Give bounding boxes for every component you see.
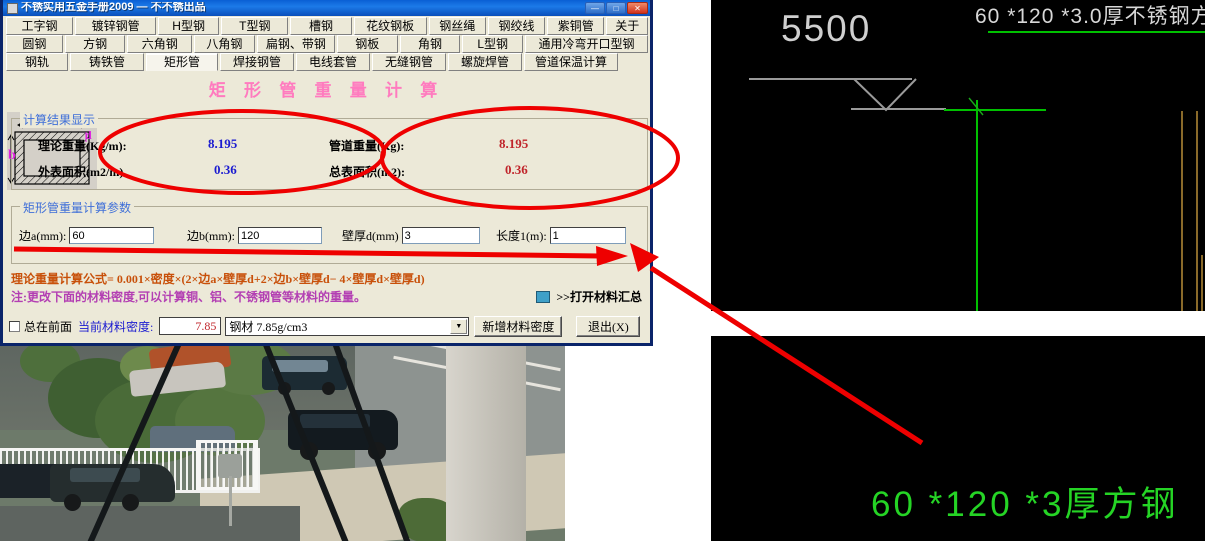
- tab-spiral-welded-pipe[interactable]: 螺旋焊管: [448, 53, 522, 71]
- formula-text: 理论重量计算公式= 0.001×密度×(2×边a×壁厚d+2×边b×壁厚d− 4…: [11, 272, 425, 286]
- tab-pipe-insulation-calc[interactable]: 管道保温计算: [524, 53, 618, 71]
- tab-round-steel[interactable]: 圆钢: [6, 35, 63, 53]
- field-wall-thickness-label: 壁厚d(mm): [342, 229, 399, 243]
- tab-row-3: 钢轨 铸铁管 矩形管 焊接钢管 电线套管 无缝钢管 螺旋焊管 管道保温计算: [4, 53, 650, 71]
- cad-brown-line-3: [1201, 255, 1203, 311]
- open-material-summary-link[interactable]: >>打开材料汇总: [536, 288, 642, 305]
- pipe-weight-label: 管道重量(Kg):: [329, 139, 405, 153]
- tab-t-beam[interactable]: T型钢: [221, 17, 289, 35]
- material-select[interactable]: 钢材 7.85g/cm3 ▼: [225, 316, 470, 336]
- photo-car-window: [70, 468, 140, 482]
- cad-brown-line-2: [1181, 111, 1183, 311]
- tab-cast-iron-pipe[interactable]: 铸铁管: [70, 53, 144, 71]
- material-select-value: 钢材 7.85g/cm3: [229, 319, 308, 334]
- density-label: 当前材料密度:: [78, 319, 154, 334]
- field-side-b: 边b(mm):: [187, 227, 322, 244]
- add-material-density-button[interactable]: 新增材料密度: [474, 315, 563, 337]
- tab-angle-steel[interactable]: 角钢: [399, 35, 461, 53]
- photo-wheel: [322, 382, 335, 395]
- outer-surface-area-label: 外表面积(m2/m): [38, 165, 124, 179]
- tab-channel-steel[interactable]: 槽钢: [290, 17, 352, 35]
- total-surface-area-label: 总表面积(m2):: [329, 165, 405, 179]
- tab-row-2: 圆钢 方钢 六角钢 八角钢 扁钢、带钢 钢板 角钢 L型钢 通用冷弯开口型钢: [4, 35, 650, 53]
- outer-surface-area-value: 0.36: [214, 162, 237, 177]
- tab-welded-pipe[interactable]: 焊接钢管: [220, 53, 294, 71]
- cad-brown-line-1: [1196, 111, 1198, 311]
- tab-conduit-pipe[interactable]: 电线套管: [296, 53, 370, 71]
- tab-galvanized-pipe[interactable]: 镀锌钢管: [75, 17, 157, 35]
- field-side-a: 边a(mm):: [19, 227, 155, 244]
- tab-steel-plate[interactable]: 钢板: [336, 35, 398, 53]
- cad-viewport-top[interactable]: 5500 60 *120 *3.0厚不锈钢方通: [711, 0, 1205, 311]
- tab-row-1: 工字钢 镀锌钢管 H型钢 T型钢 槽钢 花纹钢板 钢丝绳 钢绞线 紫铜管 关于: [4, 17, 650, 35]
- tab-checkered-plate[interactable]: 花纹钢板: [353, 17, 427, 35]
- minimize-button[interactable]: —: [585, 2, 605, 14]
- tab-seamless-pipe[interactable]: 无缝钢管: [372, 53, 446, 71]
- screen-root: 5500 60 *120 *3.0厚不锈钢方通 60 *120 *3厚方钢 不锈…: [0, 0, 1205, 541]
- tab-copper-pipe[interactable]: 紫铜管: [547, 17, 605, 35]
- side-b-input[interactable]: [238, 227, 322, 244]
- tab-h-beam[interactable]: H型钢: [158, 17, 220, 35]
- photo-sign: [218, 454, 242, 478]
- app-icon: [7, 2, 18, 14]
- tab-l-steel[interactable]: L型钢: [462, 35, 524, 53]
- total-surface-area-value: 0.36: [505, 162, 528, 177]
- tab-about[interactable]: 关于: [606, 17, 648, 35]
- tab-steel-rail[interactable]: 钢轨: [6, 53, 68, 71]
- tab-flat-strip-steel[interactable]: 扁钢、带钢: [256, 35, 335, 53]
- tab-cold-formed-open-steel[interactable]: 通用冷弯开口型钢: [525, 35, 648, 53]
- theoretical-weight-value: 8.195: [208, 136, 238, 151]
- open-material-summary-label: >>打开材料汇总: [556, 290, 642, 304]
- tab-bar: 工字钢 镀锌钢管 H型钢 T型钢 槽钢 花纹钢板 钢丝绳 钢绞线 紫铜管 关于 …: [3, 16, 650, 71]
- density-input[interactable]: [159, 317, 222, 335]
- results-legend: 计算结果显示: [20, 111, 99, 128]
- field-length: 长度1(m):: [496, 227, 626, 244]
- tab-i-beam[interactable]: 工字钢: [6, 17, 74, 35]
- close-button[interactable]: ✕: [627, 2, 648, 14]
- bottom-toolbar: 总在前面 当前材料密度: 钢材 7.85g/cm3 ▼ 新增材料密度 退出(X): [9, 314, 650, 338]
- window-titlebar[interactable]: 不锈实用五金手册2009 — 不不锈出品 — □ ✕: [3, 0, 650, 16]
- pipe-weight-value: 8.195: [499, 136, 529, 151]
- tab-strand-wire[interactable]: 钢绞线: [487, 17, 546, 35]
- cad-viewport-bottom[interactable]: 60 *120 *3厚方钢: [711, 336, 1205, 541]
- params-groupbox: 矩形管重量计算参数 边a(mm): 边b(mm): 壁厚d(mm) 长度1(m)…: [11, 199, 648, 264]
- chevron-down-icon[interactable]: ▼: [450, 318, 468, 334]
- length-input[interactable]: [549, 227, 626, 244]
- photo-sign-post: [229, 476, 232, 526]
- field-side-a-label: 边a(mm):: [19, 229, 67, 243]
- window-title: 不锈实用五金手册2009 — 不不锈出品: [21, 1, 206, 13]
- photo-car-window: [272, 360, 328, 372]
- note-text: 注:更改下面的材料密度,可以计算铜、铝、不锈钢管等材料的重量。: [11, 290, 366, 304]
- tab-octagon-steel[interactable]: 八角钢: [194, 35, 255, 53]
- wall-thickness-input[interactable]: [401, 227, 480, 244]
- params-legend: 矩形管重量计算参数: [20, 199, 135, 216]
- photo-near-road: [0, 506, 300, 541]
- field-side-b-label: 边b(mm):: [187, 229, 235, 243]
- always-on-top-checkbox[interactable]: [9, 320, 20, 332]
- application-window: 不锈实用五金手册2009 — 不不锈出品 — □ ✕ 工字钢 镀锌钢管 H型钢 …: [0, 0, 653, 346]
- results-groupbox: 计算结果显示 理论重量(Kg/m): 8.195 外表面积(m2/m) 0.36…: [11, 111, 648, 190]
- side-a-input[interactable]: [69, 227, 155, 244]
- tab-rectangular-tube[interactable]: 矩形管: [146, 53, 218, 71]
- page-title: 矩 形 管 重 量 计 算: [208, 81, 445, 100]
- background-photo: [0, 338, 565, 541]
- field-length-label: 长度1(m):: [496, 229, 547, 243]
- exit-button[interactable]: 退出(X): [576, 315, 641, 337]
- field-wall-thickness: 壁厚d(mm): [342, 227, 480, 244]
- tab-hex-steel[interactable]: 六角钢: [127, 35, 193, 53]
- cad-green-crosshair: [968, 97, 984, 116]
- maximize-button[interactable]: □: [606, 2, 626, 14]
- theoretical-weight-label: 理论重量(Kg/m):: [38, 139, 127, 153]
- cad-label-square-steel: 60 *120 *3厚方钢: [871, 485, 1179, 524]
- always-on-top-label: 总在前面: [24, 319, 73, 334]
- photo-wheel: [122, 494, 139, 511]
- table-icon: [536, 290, 551, 303]
- tab-square-steel[interactable]: 方钢: [64, 35, 126, 53]
- photo-pillar: [446, 338, 526, 541]
- tab-wire-rope[interactable]: 钢丝绳: [428, 17, 486, 35]
- photo-wheel: [64, 494, 81, 511]
